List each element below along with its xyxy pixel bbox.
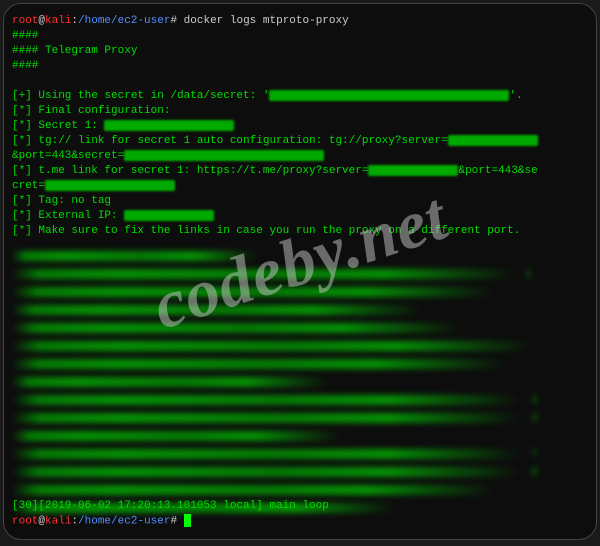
- output-line: [30][2019-06-02 17:20:13.101053 local] m…: [12, 499, 329, 514]
- output-line: cret=: [12, 179, 588, 194]
- line-num: 8: [531, 467, 538, 479]
- terminal-window[interactable]: root@kali:/home/ec2-user# docker logs mt…: [3, 3, 597, 540]
- redacted-secret: [124, 150, 324, 161]
- output-line: [*] Make sure to fix the links in case y…: [12, 224, 588, 239]
- text: [*] t.me link for secret 1: https://t.me…: [12, 165, 368, 177]
- text: &port=443&secret=: [12, 150, 124, 162]
- prompt-path: /home/ec2-user: [78, 515, 170, 527]
- text: [*] Secret 1:: [12, 120, 104, 132]
- prompt-user: root: [12, 515, 38, 527]
- prompt-line-2[interactable]: root@kali:/home/ec2-user#: [12, 514, 329, 529]
- text: [+] Using the secret in /data/secret: ': [12, 90, 269, 102]
- text: cret=: [12, 180, 45, 192]
- output-line: ####: [12, 29, 588, 44]
- output-line: [*] tg:// link for secret 1 auto configu…: [12, 134, 588, 149]
- output-line: ####: [12, 59, 588, 74]
- redacted-server: [448, 135, 538, 146]
- output-line: #### Telegram Proxy: [12, 44, 588, 59]
- output-line: [*] t.me link for secret 1: https://t.me…: [12, 164, 588, 179]
- line-num: 7: [531, 449, 538, 461]
- text: [*] External IP:: [12, 210, 124, 222]
- text: [*] tg:// link for secret 1 auto configu…: [12, 135, 448, 147]
- redacted-secret: [104, 120, 234, 131]
- prompt-host: kali: [45, 15, 71, 27]
- blurred-log-output: 1 4 4 7 8: [12, 251, 588, 513]
- line-num: 4: [531, 413, 538, 425]
- command-text: docker logs mtproto-proxy: [184, 15, 349, 27]
- output-line: [*] Final configuration:: [12, 104, 588, 119]
- text: '.: [509, 90, 522, 102]
- output-line: [*] Tag: no tag: [12, 194, 588, 209]
- prompt-hash: #: [170, 15, 177, 27]
- output-line: [+] Using the secret in /data/secret: ' '…: [12, 89, 588, 104]
- redacted-secret: [269, 90, 509, 101]
- line-num: 4: [531, 395, 538, 407]
- spacer: [12, 74, 588, 89]
- redacted-ip: [124, 210, 214, 221]
- text: &port=443&se: [458, 165, 537, 177]
- prompt-line-1[interactable]: root@kali:/home/ec2-user# docker logs mt…: [12, 14, 588, 29]
- output-line: &port=443&secret=: [12, 149, 588, 164]
- output-line: [*] Secret 1:: [12, 119, 588, 134]
- redacted-secret: [45, 180, 175, 191]
- prompt-host: kali: [45, 515, 71, 527]
- prompt-hash: #: [170, 515, 177, 527]
- output-line: [*] External IP:: [12, 209, 588, 224]
- redacted-server: [368, 165, 458, 176]
- prompt-user: root: [12, 15, 38, 27]
- prompt-path: /home/ec2-user: [78, 15, 170, 27]
- line-num: 1: [525, 269, 532, 281]
- cursor: [184, 514, 191, 527]
